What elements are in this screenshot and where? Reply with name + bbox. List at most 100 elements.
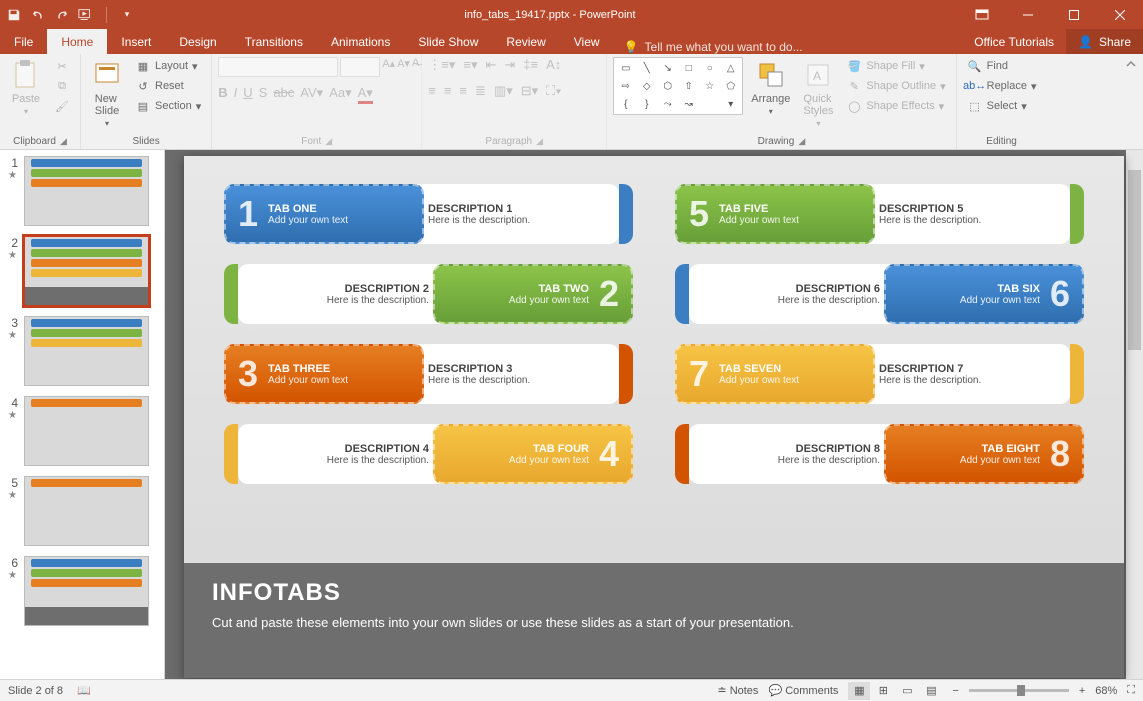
font-launcher-icon[interactable]: ◢ <box>325 136 332 147</box>
select-button[interactable]: ⬚Select ▾ <box>963 97 1041 115</box>
shape-oval-icon[interactable]: ○ <box>700 60 719 76</box>
shape-outline-button[interactable]: ✎Shape Outline ▾ <box>842 77 949 95</box>
close-button[interactable] <box>1097 0 1143 29</box>
columns-icon[interactable]: ▥▾ <box>494 83 513 99</box>
infotab-sub[interactable]: Add your own text <box>719 375 799 386</box>
infotab-sub[interactable]: Add your own text <box>509 455 589 466</box>
align-left-icon[interactable]: ≡ <box>428 83 436 99</box>
infotab-desc-title[interactable]: DESCRIPTION 5 <box>879 203 1056 215</box>
indent-right-icon[interactable]: ⇥ <box>504 57 515 73</box>
infotab-desc-text[interactable]: Here is the description. <box>703 295 880 306</box>
align-center-icon[interactable]: ≡ <box>444 83 452 99</box>
infotab-desc-text[interactable]: Here is the description. <box>703 455 880 466</box>
infotab-colored[interactable]: 7TAB SEVENAdd your own text <box>675 344 875 404</box>
infotab-colored[interactable]: 5TAB FIVEAdd your own text <box>675 184 875 244</box>
justify-icon[interactable]: ≣ <box>475 83 486 99</box>
infotab-desc-text[interactable]: Here is the description. <box>428 375 605 386</box>
char-spacing-button[interactable]: AV▾ <box>300 85 323 104</box>
infotab-sub[interactable]: Add your own text <box>960 295 1040 306</box>
reading-view-icon[interactable]: ▭ <box>896 682 918 700</box>
infotab-desc-title[interactable]: DESCRIPTION 6 <box>703 283 880 295</box>
copy-button[interactable]: ⧉ <box>50 77 74 95</box>
shape-effects-button[interactable]: ◯Shape Effects ▾ <box>842 97 949 115</box>
maximize-button[interactable] <box>1051 0 1097 29</box>
reset-button[interactable]: ↺Reset <box>131 77 205 95</box>
infotab-1[interactable]: 1TAB ONEAdd your own textDESCRIPTION 1He… <box>224 184 633 244</box>
bold-button[interactable]: B <box>218 85 227 104</box>
infotab-title[interactable]: TAB TWO <box>509 283 589 295</box>
shape-tri-icon[interactable]: △ <box>721 60 740 76</box>
section-button[interactable]: ▤Section ▾ <box>131 97 205 115</box>
grow-font-icon[interactable]: A▴ <box>382 57 395 77</box>
tab-home[interactable]: Home <box>47 29 107 54</box>
infotab-title[interactable]: TAB SEVEN <box>719 363 799 375</box>
shadow-button[interactable]: S <box>259 85 268 104</box>
slide-indicator[interactable]: Slide 2 of 8 <box>8 685 63 697</box>
zoom-slider[interactable] <box>969 689 1069 692</box>
slide-thumbnail-panel[interactable]: 1★2★3★4★5★6★ <box>0 150 165 679</box>
smartart-icon[interactable]: ⛶▾ <box>546 83 561 99</box>
infotab-desc-box[interactable]: DESCRIPTION 2Here is the description. <box>238 264 443 324</box>
format-painter-button[interactable]: 🖌 <box>50 97 74 115</box>
infotab-desc-box[interactable]: DESCRIPTION 8Here is the description. <box>689 424 894 484</box>
infotab-5[interactable]: 5TAB FIVEAdd your own textDESCRIPTION 5H… <box>675 184 1084 244</box>
infotab-title[interactable]: TAB FIVE <box>719 203 799 215</box>
tab-review[interactable]: Review <box>492 29 559 54</box>
infotab-desc-text[interactable]: Here is the description. <box>428 215 605 226</box>
infotab-title[interactable]: TAB ONE <box>268 203 348 215</box>
shape-line-icon[interactable]: ╲ <box>637 60 656 76</box>
infotab-desc-title[interactable]: DESCRIPTION 1 <box>428 203 605 215</box>
align-text-icon[interactable]: ⊟▾ <box>521 83 538 99</box>
shape-arrow-icon[interactable]: ⇨ <box>616 78 635 94</box>
shape-more-icon[interactable]: ▾ <box>721 96 740 112</box>
tab-slideshow[interactable]: Slide Show <box>404 29 492 54</box>
shape-fill-button[interactable]: 🪣Shape Fill ▾ <box>842 57 949 75</box>
save-icon[interactable] <box>6 7 22 23</box>
ribbon-display-options-icon[interactable] <box>959 9 1005 21</box>
new-slide-button[interactable]: New Slide▾ <box>87 57 127 130</box>
redo-icon[interactable] <box>54 7 70 23</box>
slide-canvas-area[interactable]: 1TAB ONEAdd your own textDESCRIPTION 1He… <box>165 150 1143 679</box>
notes-button[interactable]: ≐ Notes <box>717 684 758 697</box>
drawing-launcher-icon[interactable]: ◢ <box>798 136 805 147</box>
slide-thumbnail-2[interactable] <box>24 236 149 306</box>
infotab-desc-box[interactable]: DESCRIPTION 7Here is the description. <box>865 344 1070 404</box>
shape-callout-icon[interactable]: ⬠ <box>721 78 740 94</box>
infotab-sub[interactable]: Add your own text <box>960 455 1040 466</box>
spell-check-icon[interactable]: 📖 <box>77 684 91 697</box>
shape-rect2-icon[interactable]: □ <box>679 60 698 76</box>
infotab-sub[interactable]: Add your own text <box>268 375 348 386</box>
scrollbar-thumb[interactable] <box>1128 170 1141 350</box>
tab-file[interactable]: File <box>0 29 47 54</box>
align-right-icon[interactable]: ≡ <box>459 83 467 99</box>
zoom-in-icon[interactable]: + <box>1079 685 1085 697</box>
infotab-4[interactable]: 4TAB FOURAdd your own textDESCRIPTION 4H… <box>224 424 633 484</box>
zoom-level[interactable]: 68% <box>1095 685 1117 697</box>
tab-animations[interactable]: Animations <box>317 29 404 54</box>
shape-connector2-icon[interactable]: ↝ <box>679 96 698 112</box>
font-family-combo[interactable] <box>218 57 338 77</box>
infotab-desc-title[interactable]: DESCRIPTION 8 <box>703 443 880 455</box>
fit-to-window-icon[interactable]: ⛶ <box>1127 684 1135 697</box>
infotab-8[interactable]: 8TAB EIGHTAdd your own textDESCRIPTION 8… <box>675 424 1084 484</box>
tab-insert[interactable]: Insert <box>107 29 165 54</box>
shape-rect-icon[interactable]: ▭ <box>616 60 635 76</box>
numbering-icon[interactable]: ≡▾ <box>463 57 477 73</box>
shape-line2-icon[interactable]: ↘ <box>658 60 677 76</box>
infotab-colored[interactable]: 4TAB FOURAdd your own text <box>433 424 633 484</box>
footer-text[interactable]: Cut and paste these elements into your o… <box>212 615 1096 630</box>
infotab-desc-text[interactable]: Here is the description. <box>252 455 429 466</box>
infotab-desc-text[interactable]: Here is the description. <box>879 375 1056 386</box>
infotab-desc-title[interactable]: DESCRIPTION 7 <box>879 363 1056 375</box>
minimize-button[interactable] <box>1005 0 1051 29</box>
indent-left-icon[interactable]: ⇤ <box>485 57 496 73</box>
paste-button[interactable]: Paste▾ <box>6 57 46 118</box>
font-size-combo[interactable] <box>340 57 380 77</box>
infotab-desc-title[interactable]: DESCRIPTION 3 <box>428 363 605 375</box>
slide-thumbnail-4[interactable] <box>24 396 149 466</box>
slide-thumbnail-3[interactable] <box>24 316 149 386</box>
line-spacing-icon[interactable]: ‡≡ <box>523 57 538 73</box>
infotab-desc-box[interactable]: DESCRIPTION 3Here is the description. <box>414 344 619 404</box>
slide-thumbnail-1[interactable] <box>24 156 149 226</box>
shape-arrow2-icon[interactable]: ⇧ <box>679 78 698 94</box>
